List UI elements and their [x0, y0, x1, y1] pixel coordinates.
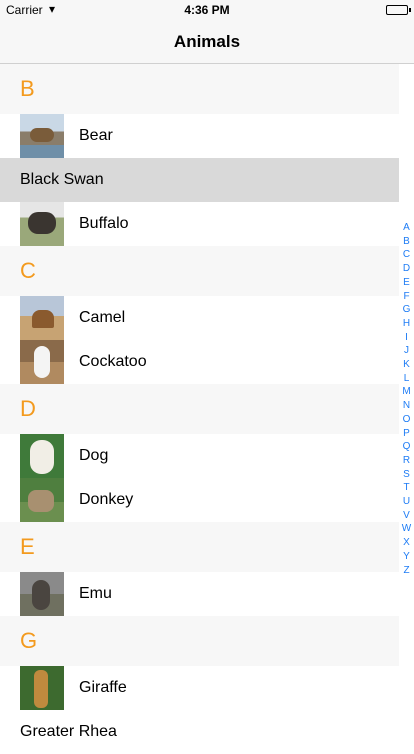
table-row[interactable]: Greater Rhea [0, 710, 399, 754]
row-label: Cockatoo [79, 353, 147, 370]
row-label: Emu [79, 585, 112, 602]
index-letter[interactable]: M [402, 385, 410, 399]
row-label: Dog [79, 447, 109, 464]
row-label: Giraffe [79, 679, 127, 696]
dog-photo [20, 434, 64, 478]
table-row[interactable]: Buffalo [0, 202, 399, 246]
table-row[interactable]: Camel [0, 296, 399, 340]
row-label: Greater Rhea [20, 723, 117, 740]
index-letter[interactable]: N [403, 399, 410, 413]
camel-photo [20, 296, 64, 340]
index-letter[interactable]: X [403, 536, 410, 550]
index-letter[interactable]: F [403, 290, 409, 304]
row-label: Black Swan [20, 171, 104, 188]
section-header-label: G [20, 628, 38, 653]
index-letter[interactable]: J [404, 344, 409, 358]
status-time: 4:36 PM [184, 3, 230, 17]
table-row[interactable]: Cockatoo [0, 340, 399, 384]
row-label: Buffalo [79, 215, 129, 232]
table-row[interactable]: Emu [0, 572, 399, 616]
index-letter[interactable]: K [403, 358, 410, 372]
donkey-photo [20, 478, 64, 522]
index-letter[interactable]: Q [403, 440, 411, 454]
row-label: Bear [79, 127, 113, 144]
navigation-bar: Animals [0, 20, 414, 64]
table-row[interactable]: Dog [0, 434, 399, 478]
table-row[interactable]: Bear [0, 114, 399, 158]
index-letter[interactable]: O [403, 413, 411, 427]
index-letter[interactable]: H [403, 317, 410, 331]
index-letter[interactable]: A [403, 221, 410, 235]
section-header: D [0, 384, 399, 434]
status-bar: Carrier ▾ 4:36 PM [0, 0, 414, 20]
giraffe-photo [20, 666, 64, 710]
section-header: B [0, 64, 399, 114]
section-header-label: C [20, 258, 36, 283]
index-letter[interactable]: Y [403, 550, 410, 564]
section-index[interactable]: ABCDEFGHIJKLMNOPQRSTUVWXYZ [399, 221, 414, 577]
section-header: C [0, 246, 399, 296]
section-header-label: D [20, 396, 36, 421]
index-letter[interactable]: E [403, 276, 410, 290]
index-letter[interactable]: C [403, 248, 410, 262]
section-header: G [0, 616, 399, 666]
table-row[interactable]: Black Swan [0, 158, 399, 202]
section-header-label: B [20, 76, 35, 101]
section-header-label: E [20, 534, 35, 559]
buffalo-photo [20, 202, 64, 246]
battery-icon [386, 5, 411, 15]
index-letter[interactable]: U [403, 495, 410, 509]
index-letter[interactable]: P [403, 427, 410, 441]
emu-photo [20, 572, 64, 616]
section-header: E [0, 522, 399, 572]
index-letter[interactable]: L [404, 372, 410, 386]
index-letter[interactable]: T [403, 481, 409, 495]
index-letter[interactable]: D [403, 262, 410, 276]
index-letter[interactable]: G [403, 303, 411, 317]
index-letter[interactable]: V [403, 509, 410, 523]
page-title: Animals [173, 32, 241, 51]
index-letter[interactable]: I [405, 331, 408, 345]
animals-table[interactable]: B Bear Black Swan Buffalo C Camel Cockatoo D Dog… [0, 64, 399, 754]
cockatoo-photo [20, 340, 64, 384]
table-row[interactable]: Donkey [0, 478, 399, 522]
row-label: Camel [79, 309, 126, 326]
index-letter[interactable]: R [403, 454, 410, 468]
bear-photo [20, 114, 64, 158]
index-letter[interactable]: W [402, 522, 411, 536]
index-letter[interactable]: S [403, 468, 410, 482]
index-letter[interactable]: Z [403, 564, 409, 578]
table-row[interactable]: Giraffe [0, 666, 399, 710]
index-letter[interactable]: B [403, 235, 410, 249]
row-label: Donkey [79, 491, 134, 508]
